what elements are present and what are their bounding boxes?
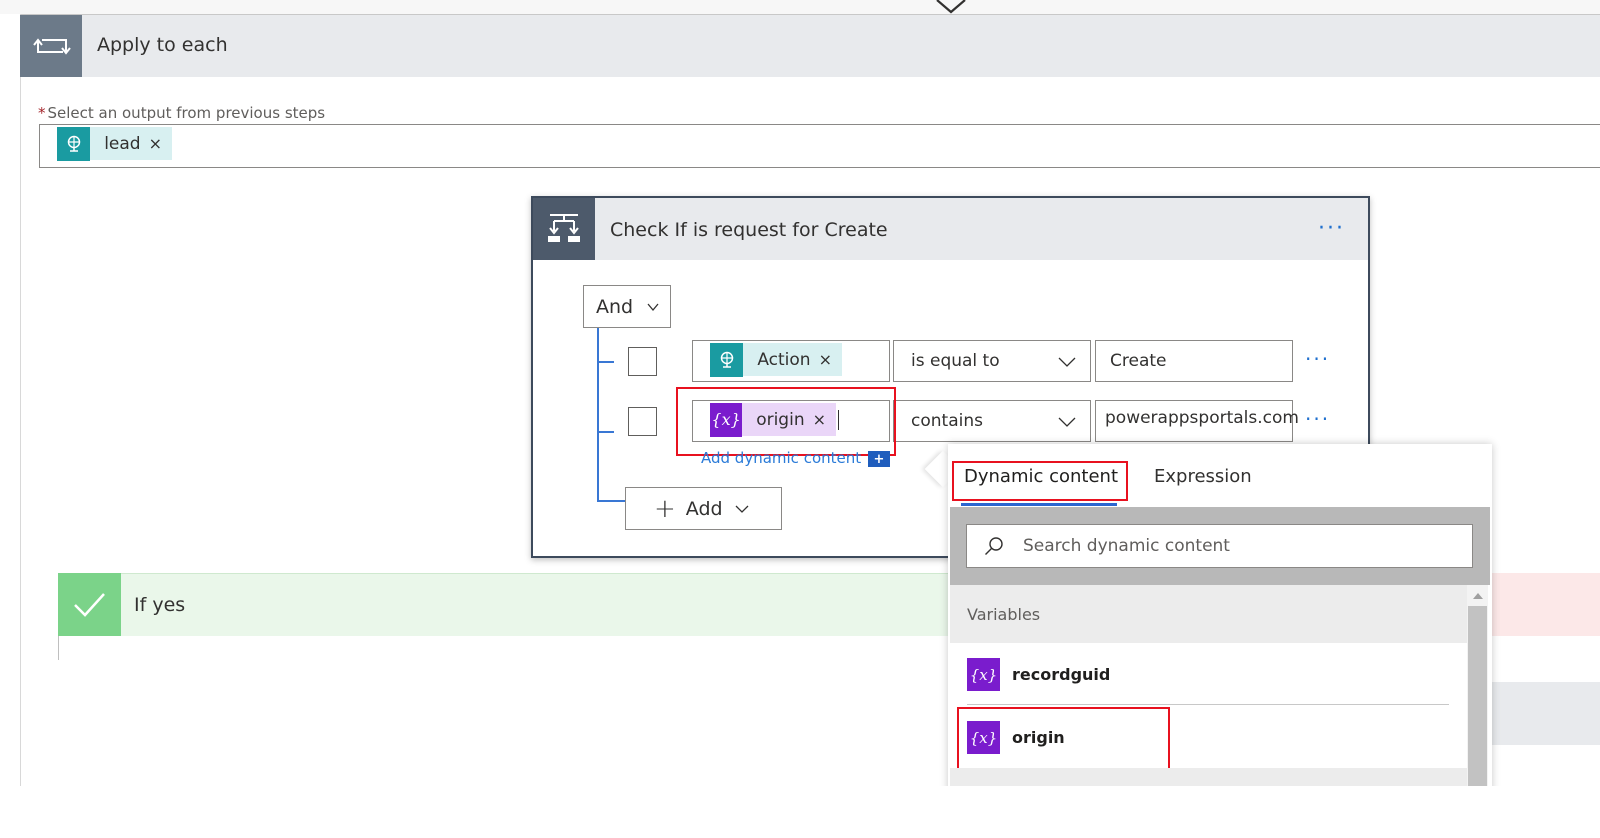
highlight-dynamic-tab — [952, 461, 1128, 501]
highlight-origin-item — [957, 707, 1170, 774]
globe-icon — [710, 342, 744, 377]
loop-icon — [20, 15, 82, 77]
list-next-section — [950, 768, 1467, 788]
condition-more-menu[interactable]: ··· — [1318, 216, 1345, 241]
active-tab-indicator — [961, 503, 1117, 506]
scrollbar-thumb[interactable] — [1468, 606, 1487, 790]
search-box[interactable] — [966, 524, 1473, 568]
search-input[interactable] — [1021, 535, 1445, 557]
add-button-label: Add — [685, 497, 723, 520]
add-dynamic-content-link[interactable]: Add dynamic content — [701, 449, 861, 467]
variable-icon: {x} — [967, 658, 1000, 691]
tree-line-branch — [597, 431, 614, 433]
list-divider — [967, 704, 1449, 705]
row-select-checkbox[interactable] — [628, 347, 657, 376]
operator-value: is equal to — [911, 351, 1000, 371]
checkmark-icon — [58, 573, 121, 636]
condition-value-field[interactable]: powerappsportals.com — [1095, 400, 1299, 442]
globe-icon — [57, 126, 91, 161]
condition-title: Check If is request for Create — [610, 219, 888, 241]
add-condition-button[interactable]: + Add — [625, 487, 782, 530]
operator-value: contains — [911, 411, 983, 431]
chevron-down-icon — [1058, 357, 1076, 367]
screenshot-bottom-margin — [0, 786, 1600, 838]
required-marker: * — [38, 104, 46, 122]
dynamic-item-label: recordguid — [1012, 665, 1111, 684]
condition-icon — [533, 198, 595, 260]
remove-token-icon[interactable]: × — [819, 350, 842, 369]
tree-line-branch — [597, 500, 625, 502]
lead-token-label: lead — [104, 133, 141, 154]
tab-expression[interactable]: Expression — [1154, 466, 1252, 487]
select-output-label: * Select an output from previous steps — [38, 104, 325, 122]
apply-to-each-title: Apply to each — [97, 34, 228, 56]
search-icon — [985, 537, 1003, 555]
action-token-label: Action — [757, 349, 811, 370]
chevron-down-icon — [1058, 417, 1076, 427]
scroll-up-icon[interactable] — [1470, 590, 1486, 602]
if-yes-title: If yes — [134, 594, 186, 616]
dynamic-item-recordguid[interactable]: {x} recordguid — [967, 658, 1110, 691]
variables-section-label: Variables — [967, 605, 1041, 624]
add-dynamic-content-icon[interactable]: + — [868, 451, 890, 467]
row-more-menu[interactable]: ··· — [1305, 347, 1330, 371]
row-select-checkbox[interactable] — [628, 407, 657, 436]
if-no-header[interactable] — [1490, 573, 1600, 636]
condition-value-text: Create — [1110, 351, 1167, 371]
operator-dropdown[interactable]: contains — [893, 400, 1091, 442]
group-operator-value: And — [596, 295, 634, 318]
tree-line-branch — [597, 361, 614, 363]
chevron-down-icon — [647, 303, 659, 311]
apply-to-each-header[interactable] — [20, 15, 1600, 77]
action-token[interactable]: Action × — [710, 342, 842, 377]
if-yes-header[interactable] — [58, 573, 948, 636]
plus-icon: + — [654, 493, 676, 524]
chevron-down-icon — [735, 505, 749, 513]
select-output-input[interactable] — [39, 124, 1600, 168]
branch-action-card[interactable] — [1490, 682, 1600, 745]
row-more-menu[interactable]: ··· — [1305, 407, 1330, 431]
canvas-top — [0, 0, 1600, 14]
remove-token-icon[interactable]: × — [149, 134, 172, 153]
group-operator-dropdown[interactable]: And — [583, 285, 671, 328]
operator-dropdown[interactable]: is equal to — [893, 340, 1091, 382]
condition-value-field[interactable]: Create — [1095, 340, 1293, 382]
lead-token[interactable]: lead × — [57, 126, 172, 161]
condition-value-text: powerappsportals.com — [1105, 408, 1299, 428]
tree-line-vertical — [597, 328, 599, 501]
highlight-origin-field — [676, 387, 896, 456]
select-output-label-text: Select an output from previous steps — [47, 104, 326, 122]
